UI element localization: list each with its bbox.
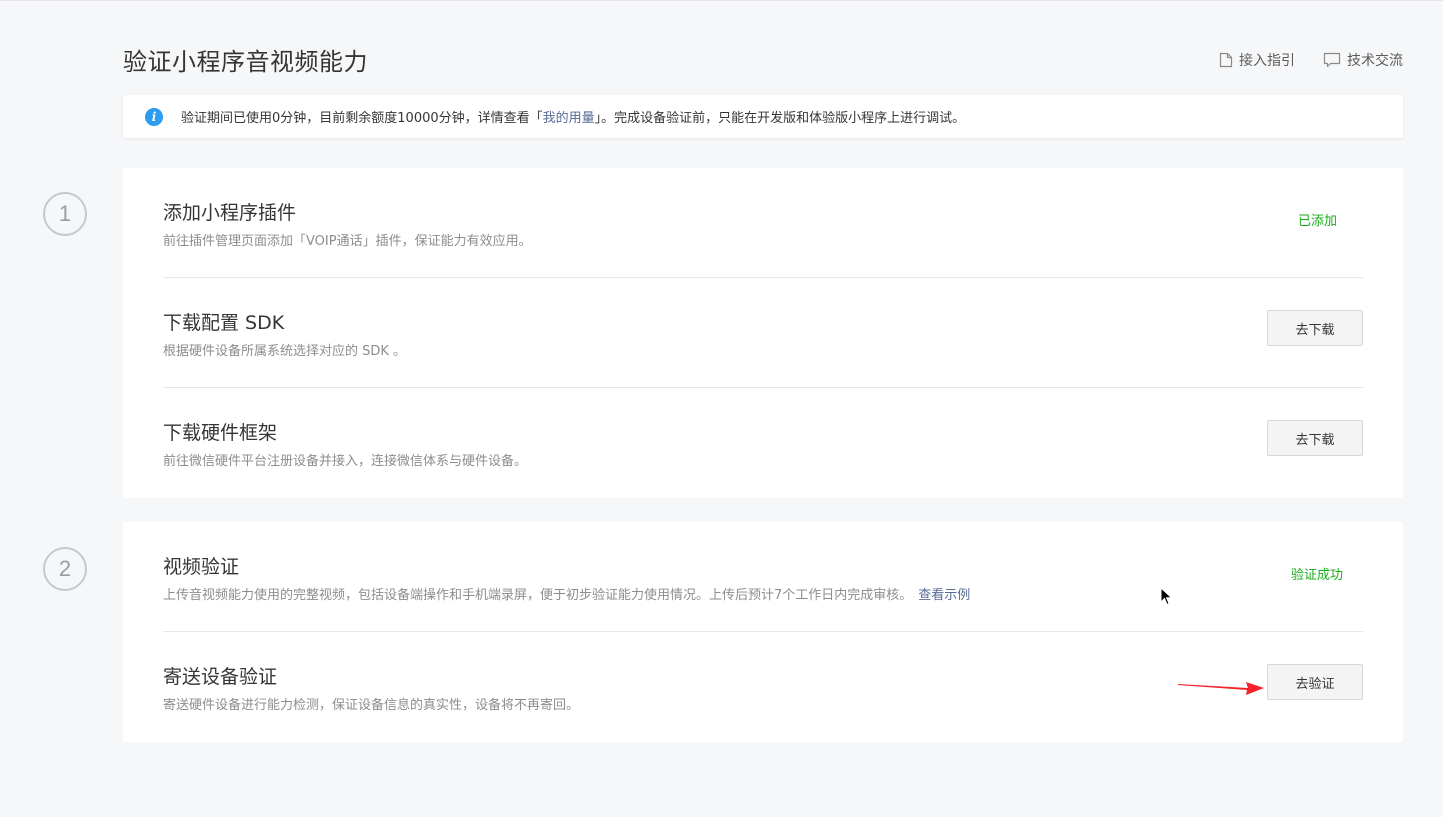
go-verify-button[interactable]: 去验证 [1267, 664, 1363, 700]
item-title: 下载硬件框架 [163, 422, 278, 444]
list-item-download-sdk: 下载配置 SDK 根据硬件设备所属系统选择对应的 SDK 。 去下载 [163, 278, 1363, 388]
info-icon: i [145, 107, 163, 126]
step-number-1: 1 [43, 192, 87, 236]
status-verified: 验证成功 [1290, 568, 1343, 583]
step-1-card: 添加小程序插件 前往插件管理页面添加「VOIP通话」插件，保证能力有效应用。 已… [123, 168, 1403, 498]
list-item-download-hardware-framework: 下载硬件框架 前往微信硬件平台注册设备并接入，连接微信体系与硬件设备。 去下载 [163, 388, 1363, 498]
list-item-add-plugin: 添加小程序插件 前往插件管理页面添加「VOIP通话」插件，保证能力有效应用。 已… [163, 168, 1363, 278]
access-guide-link[interactable]: 接入指引 [1219, 50, 1295, 70]
usage-notice: i 验证期间已使用0分钟，目前剩余额度10000分钟，详情查看「我的用量」。完成… [123, 95, 1403, 138]
list-item-video-verification: 视频验证 上传音视频能力使用的完整视频，包括设备端操作和手机端录屏，便于初步验证… [163, 522, 1363, 632]
notice-text: 验证期间已使用0分钟，目前剩余额度10000分钟，详情查看「我的用量」。完成设备… [181, 107, 965, 126]
download-framework-button[interactable]: 去下载 [1267, 420, 1363, 456]
page-title: 验证小程序音视频能力 [123, 48, 368, 76]
view-example-link[interactable]: 查看示例 [918, 588, 970, 603]
item-desc: 根据硬件设备所属系统选择对应的 SDK 。 [163, 344, 407, 359]
top-divider [0, 0, 1443, 1]
step-2-card: 视频验证 上传音视频能力使用的完整视频，包括设备端操作和手机端录屏，便于初步验证… [123, 522, 1403, 742]
annotation-arrow-icon [1178, 682, 1264, 695]
notice-text-before: 验证期间已使用0分钟，目前剩余额度10000分钟，详情查看「 [181, 111, 543, 126]
my-usage-link[interactable]: 我的用量 [543, 111, 595, 126]
item-title: 视频验证 [163, 556, 240, 578]
mouse-cursor-icon [1160, 587, 1173, 606]
item-desc: 前往插件管理页面添加「VOIP通话」插件，保证能力有效应用。 [163, 234, 532, 249]
item-title: 下载配置 SDK [163, 312, 285, 334]
tech-exchange-label: 技术交流 [1347, 53, 1403, 69]
chat-bubble-icon [1323, 52, 1341, 68]
item-desc: 前往微信硬件平台注册设备并接入，连接微信体系与硬件设备。 [163, 454, 528, 469]
top-links: 接入指引 技术交流 [1219, 50, 1403, 70]
item-title: 寄送设备验证 [163, 666, 278, 688]
download-sdk-button[interactable]: 去下载 [1267, 310, 1363, 346]
item-desc-text: 上传音视频能力使用的完整视频，包括设备端操作和手机端录屏，便于初步验证能力使用情… [163, 588, 913, 603]
access-guide-label: 接入指引 [1239, 53, 1295, 69]
status-added: 已添加 [1297, 214, 1337, 229]
item-desc: 上传音视频能力使用的完整视频，包括设备端操作和手机端录屏，便于初步验证能力使用情… [163, 584, 970, 603]
step-number-2: 2 [43, 547, 87, 591]
notice-text-after: 」。完成设备验证前，只能在开发版和体验版小程序上进行调试。 [594, 111, 966, 126]
document-icon [1219, 52, 1233, 68]
item-title: 添加小程序插件 [163, 202, 297, 224]
item-desc: 寄送硬件设备进行能力检测，保证设备信息的真实性，设备将不再寄回。 [163, 698, 580, 713]
tech-exchange-link[interactable]: 技术交流 [1323, 50, 1403, 70]
